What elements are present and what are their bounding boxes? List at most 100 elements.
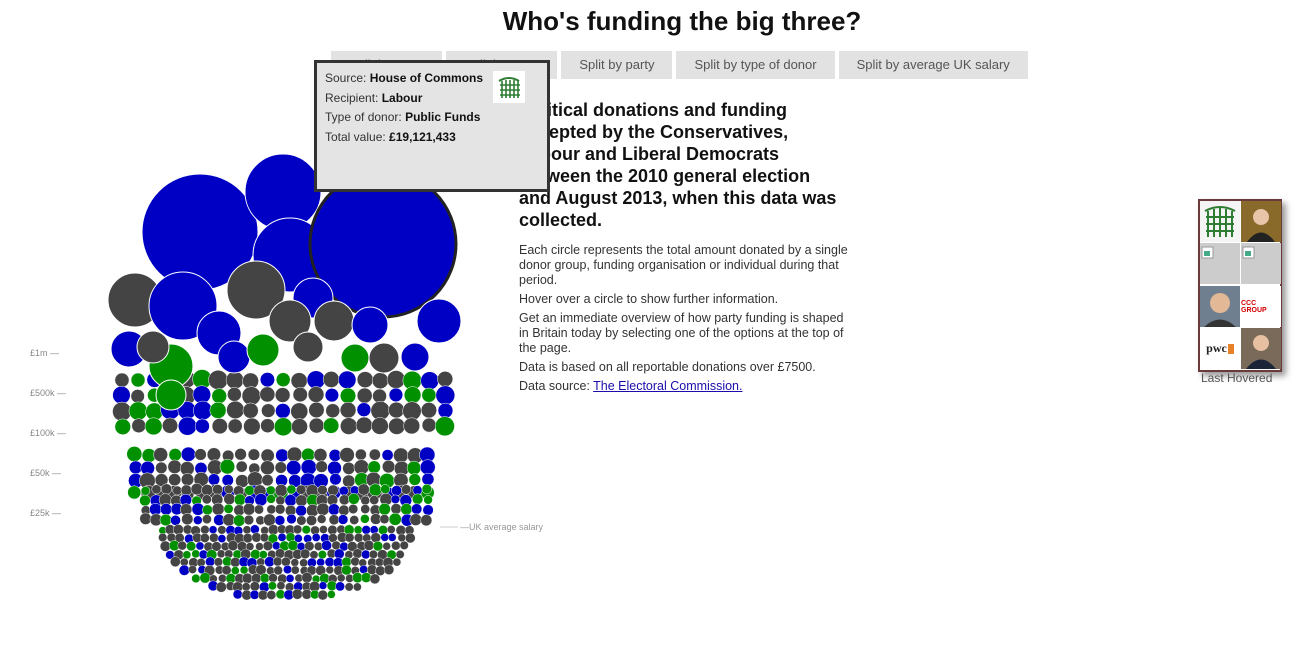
donor-bubble[interactable] <box>246 333 280 367</box>
donor-bubble[interactable] <box>208 369 229 390</box>
donor-bubble[interactable] <box>322 371 340 388</box>
donor-bubble[interactable] <box>190 482 203 496</box>
donor-bubble[interactable] <box>311 533 321 542</box>
donor-bubble[interactable] <box>167 459 182 474</box>
donor-bubble[interactable] <box>356 402 372 417</box>
donor-bubble[interactable] <box>259 573 270 583</box>
donor-bubble[interactable] <box>181 513 194 526</box>
donor-bubble[interactable] <box>254 504 264 515</box>
donor-bubble[interactable] <box>225 371 244 390</box>
donor-bubble[interactable] <box>287 540 299 551</box>
donor-bubble[interactable] <box>316 514 327 524</box>
donor-bubble[interactable] <box>159 513 172 527</box>
donor-bubble[interactable] <box>299 558 308 568</box>
donor-bubble[interactable] <box>267 524 279 536</box>
donor-bubble[interactable] <box>360 504 371 514</box>
donor-bubble[interactable] <box>339 387 357 404</box>
donor-bubble[interactable] <box>388 387 404 403</box>
donor-bubble[interactable] <box>380 533 389 542</box>
donor-bubble[interactable] <box>372 388 387 404</box>
donor-bubble[interactable] <box>325 403 341 419</box>
donor-bubble[interactable] <box>219 458 236 475</box>
donor-bubble[interactable] <box>382 542 391 551</box>
donor-bubble[interactable] <box>140 486 151 496</box>
donor-bubble[interactable] <box>112 385 131 405</box>
donor-bubble[interactable] <box>178 416 197 436</box>
donor-bubble[interactable] <box>308 401 325 419</box>
donor-bubble[interactable] <box>130 372 146 388</box>
donor-bubble[interactable] <box>325 565 334 575</box>
donor-bubble[interactable] <box>435 385 456 406</box>
donor-bubble[interactable] <box>383 564 395 575</box>
donor-bubble[interactable] <box>205 556 216 567</box>
donor-bubble[interactable] <box>155 461 168 474</box>
donor-bubble[interactable] <box>259 550 268 559</box>
donor-bubble[interactable] <box>223 503 234 514</box>
donor-bubble[interactable] <box>168 448 182 462</box>
donor-bubble[interactable] <box>243 514 255 526</box>
donor-bubble[interactable] <box>112 401 132 422</box>
donor-bubble[interactable] <box>168 473 182 487</box>
donor-bubble[interactable] <box>339 486 349 496</box>
donor-bubble[interactable] <box>329 473 342 486</box>
donor-bubble[interactable] <box>290 558 299 567</box>
donor-bubble[interactable] <box>369 495 380 505</box>
donor-bubble[interactable] <box>199 572 211 584</box>
donor-bubble[interactable] <box>316 502 330 516</box>
donor-bubble[interactable] <box>419 459 436 476</box>
donor-bubble[interactable] <box>244 485 255 496</box>
donor-bubble[interactable] <box>170 514 181 526</box>
donor-bubble[interactable] <box>136 330 170 364</box>
donor-bubble[interactable] <box>290 372 308 390</box>
donor-bubble[interactable] <box>360 514 370 524</box>
donor-bubble[interactable] <box>421 387 437 403</box>
donor-bubble[interactable] <box>241 572 253 584</box>
donor-bubble[interactable] <box>202 514 212 525</box>
portcullis-icon[interactable] <box>1200 201 1240 242</box>
donor-bubble[interactable] <box>276 581 286 590</box>
donor-bubble[interactable] <box>360 572 372 583</box>
donor-bubble[interactable] <box>392 557 402 567</box>
donor-bubble[interactable] <box>356 371 374 389</box>
donor-bubble[interactable] <box>217 534 227 543</box>
donor-bubble[interactable] <box>411 503 423 515</box>
donor-bubble[interactable] <box>339 447 355 463</box>
donor-bubble[interactable] <box>160 483 173 495</box>
donor-bubble[interactable] <box>342 461 356 475</box>
donor-bubble[interactable] <box>295 504 307 517</box>
donor-bubble[interactable] <box>406 460 422 476</box>
donor-bubble[interactable] <box>344 532 355 543</box>
donor-bubble[interactable] <box>235 460 248 473</box>
donor-bubble[interactable] <box>286 446 303 463</box>
donor-bubble[interactable] <box>316 557 325 567</box>
broken-image-icon[interactable] <box>1200 243 1240 284</box>
donor-bubble[interactable] <box>266 485 276 496</box>
donor-bubble[interactable] <box>195 541 205 551</box>
donor-bubble[interactable] <box>390 494 401 504</box>
donor-bubble[interactable] <box>334 548 345 560</box>
donor-bubble[interactable] <box>275 448 289 463</box>
donor-bubble[interactable] <box>388 512 402 526</box>
donor-bubble[interactable] <box>213 557 223 567</box>
donor-bubble[interactable] <box>369 573 381 585</box>
donor-bubble[interactable] <box>420 371 439 390</box>
donor-bubble[interactable] <box>160 503 173 516</box>
donor-bubble[interactable] <box>188 565 197 574</box>
donor-bubble[interactable] <box>139 512 152 525</box>
donor-bubble[interactable] <box>249 581 260 592</box>
donor-bubble[interactable] <box>307 386 325 403</box>
donor-bubble[interactable] <box>226 400 245 419</box>
donor-bubble[interactable] <box>144 417 163 436</box>
donor-bubble[interactable] <box>180 446 196 462</box>
donor-bubble[interactable] <box>234 448 247 461</box>
donor-bubble[interactable] <box>317 484 328 496</box>
donor-bubble[interactable] <box>327 460 342 476</box>
split-by-party-button[interactable]: Split by party <box>561 51 673 79</box>
donor-bubble[interactable] <box>374 557 385 567</box>
donor-bubble[interactable] <box>242 502 256 516</box>
donor-bubble[interactable] <box>360 495 371 506</box>
donor-bubble[interactable] <box>367 460 381 474</box>
donor-bubble[interactable] <box>421 483 432 495</box>
donor-bubble[interactable] <box>221 474 234 487</box>
donor-bubble[interactable] <box>290 565 300 575</box>
